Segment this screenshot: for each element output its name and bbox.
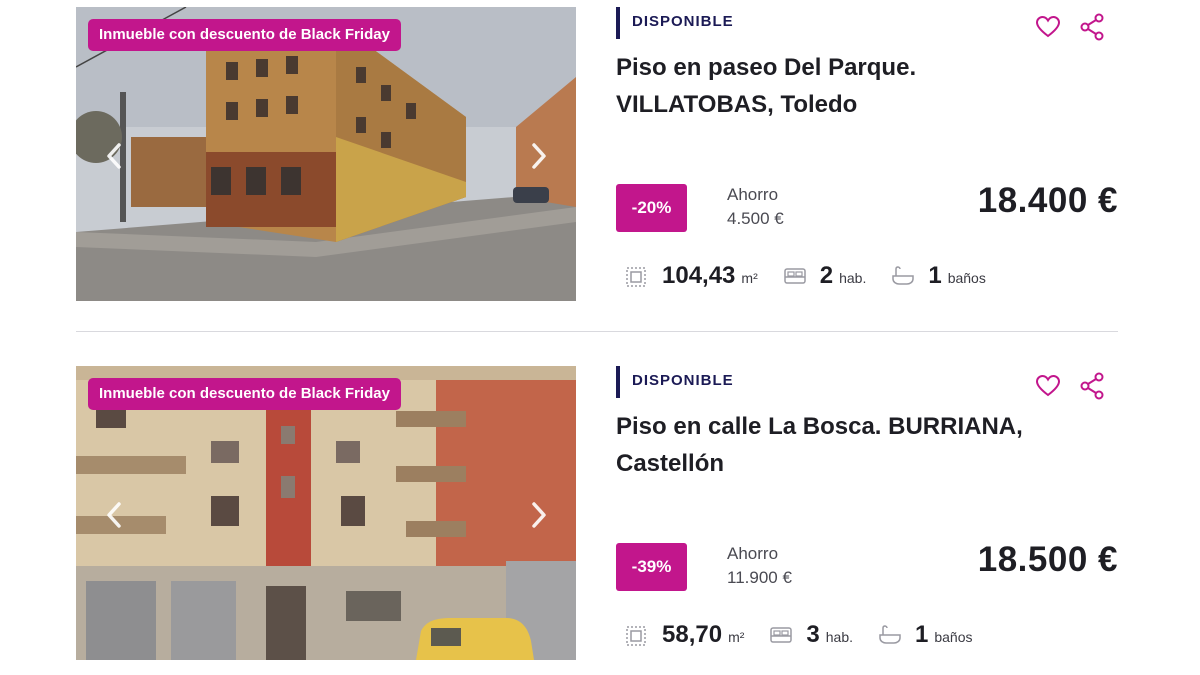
baths-value: 1 [915, 621, 929, 648]
area-unit: m² [741, 270, 758, 286]
status-badge: DISPONIBLE [616, 366, 734, 398]
listing-info: DISPONIBLE Piso en calle La Bosca. BURRI… [616, 364, 1118, 660]
area-icon [626, 267, 646, 287]
chevron-left-icon[interactable] [101, 498, 127, 532]
listing-title[interactable]: Piso en paseo Del Parque. VILLATOBAS, To… [616, 49, 1076, 123]
rooms-unit: hab. [825, 629, 853, 645]
area-value: 104,43 [662, 262, 736, 289]
listing-info: DISPONIBLE Piso en paseo Del Parque. VIL… [616, 5, 1118, 301]
rooms-value: 2 [819, 262, 834, 289]
feature-area: 104,43 m² [624, 262, 758, 290]
feature-rooms: 2 hab. [782, 262, 867, 290]
price: 18.400 € [977, 181, 1118, 220]
savings-block: Ahorro 4.500 € [727, 184, 784, 232]
feature-rooms: 3 hab. [768, 621, 853, 649]
bed-icon [783, 268, 806, 284]
feature-baths: 1 baños [877, 621, 973, 649]
bed-icon [770, 627, 793, 643]
rooms-unit: hab. [839, 270, 867, 286]
rooms-value: 3 [806, 621, 820, 648]
area-icon [626, 626, 646, 646]
bath-icon [879, 625, 901, 644]
area-unit: m² [728, 629, 745, 645]
features-row: 58,70 m² 3 hab. 1 baños [624, 617, 997, 653]
share-icon[interactable] [1078, 372, 1106, 400]
chevron-right-icon[interactable] [526, 139, 552, 173]
baths-unit: baños [934, 629, 973, 645]
listing-actions [1034, 372, 1106, 400]
black-friday-badge: Inmueble con descuento de Black Friday [88, 19, 401, 51]
listing-title[interactable]: Piso en calle La Bosca. BURRIANA, Castel… [616, 408, 1076, 482]
bath-icon [892, 266, 915, 285]
savings-label: Ahorro [727, 185, 779, 204]
property-photo[interactable]: Inmueble con descuento de Black Friday [76, 7, 576, 301]
feature-area: 58,70 m² [624, 621, 744, 649]
baths-unit: baños [947, 270, 986, 286]
heart-icon[interactable] [1034, 13, 1062, 41]
listing-actions [1034, 13, 1106, 41]
price: 18.500 € [977, 540, 1118, 579]
feature-baths: 1 baños [890, 262, 986, 290]
savings-value: 4.500 € [727, 209, 784, 228]
black-friday-badge: Inmueble con descuento de Black Friday [88, 378, 401, 410]
property-photo[interactable]: Inmueble con descuento de Black Friday [76, 366, 576, 660]
share-icon[interactable] [1078, 13, 1106, 41]
savings-label: Ahorro [727, 544, 779, 563]
heart-icon[interactable] [1034, 372, 1062, 400]
discount-badge: -20% [616, 184, 687, 232]
savings-block: Ahorro 11.900 € [727, 543, 792, 591]
discount-badge: -39% [616, 543, 687, 591]
area-value: 58,70 [662, 621, 723, 648]
features-row: 104,43 m² 2 hab. 1 baños [624, 258, 1010, 294]
property-photo-image [76, 7, 576, 301]
status-badge: DISPONIBLE [616, 7, 734, 39]
listing-card[interactable]: Inmueble con descuento de Black Friday D… [76, 5, 1118, 301]
chevron-left-icon[interactable] [101, 139, 127, 173]
savings-value: 11.900 € [727, 568, 792, 587]
chevron-right-icon[interactable] [526, 498, 552, 532]
listing-card[interactable]: Inmueble con descuento de Black Friday D… [76, 364, 1118, 660]
property-photo-image [76, 366, 576, 660]
baths-value: 1 [928, 262, 942, 289]
listing-divider [76, 331, 1118, 332]
